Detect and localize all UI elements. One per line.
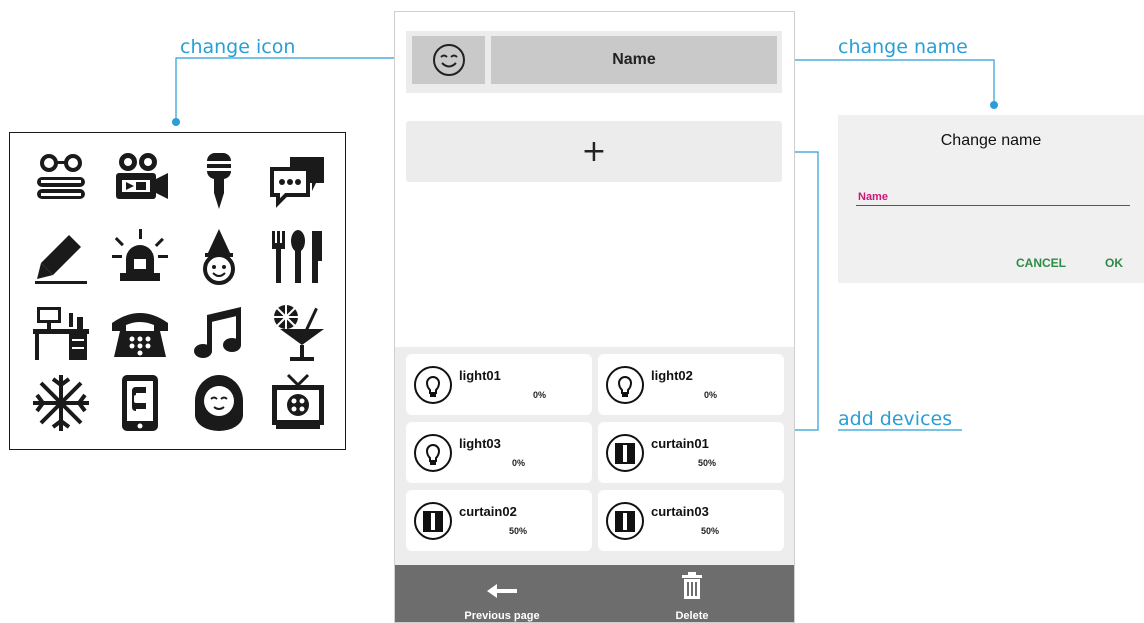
callout-change-name: change name [838,36,968,58]
books-glasses-icon[interactable] [29,149,93,213]
television-icon[interactable] [266,371,330,435]
device-card-curtain01[interactable]: curtain01 50% [598,422,784,483]
device-value: 0% [704,390,718,400]
callout-change-icon: change icon [180,36,296,58]
phone-tablet-icon[interactable] [108,371,172,435]
bulb-icon [414,366,452,404]
microphone-icon[interactable] [187,149,251,213]
callout-add-devices: add devices [838,408,953,430]
arrow-left-icon [487,584,517,598]
cutlery-icon[interactable] [266,225,330,289]
pencil-icon[interactable] [29,225,93,289]
name-input-underline [856,205,1130,206]
device-card-light03[interactable]: light03 0% [406,422,592,483]
baby-icon[interactable] [187,371,251,435]
party-hat-face-icon[interactable] [187,225,251,289]
ok-button[interactable]: OK [1105,256,1123,270]
device-card-curtain02[interactable]: curtain02 50% [406,490,592,551]
telephone-icon[interactable] [108,301,172,365]
cancel-button[interactable]: CANCEL [1016,256,1066,270]
video-camera-icon[interactable] [108,149,172,213]
change-name-dialog: Change name Name CANCEL OK [838,115,1144,283]
device-name: curtain02 [459,504,517,519]
plus-icon: + [581,134,607,169]
room-name-label: Name [612,51,656,68]
siren-icon[interactable] [108,225,172,289]
change-icon-button[interactable] [412,36,485,84]
device-name: curtain01 [651,436,709,451]
icon-picker-panel [9,132,346,450]
curtain-icon [606,434,644,472]
previous-page-button[interactable]: Previous page [447,565,557,622]
device-name: curtain03 [651,504,709,519]
chat-bubbles-icon[interactable] [266,149,330,213]
dialog-title: Change name [940,132,1042,149]
device-value: 50% [509,526,528,536]
delete-button[interactable]: Delete [657,565,727,622]
device-card-curtain03[interactable]: curtain03 50% [598,490,784,551]
device-value: 0% [533,390,547,400]
music-note-icon[interactable] [187,301,251,365]
cocktail-icon[interactable] [266,301,330,365]
curtain-icon [414,502,452,540]
device-name: light01 [459,368,501,383]
previous-page-label: Previous page [464,610,540,622]
device-list: light01 0% light02 0% light03 0% curtain… [395,347,794,565]
device-value: 0% [512,458,526,468]
phone-screen: Name + light01 0% light02 0% light03 0% … [394,11,795,623]
name-input[interactable]: Name [858,191,888,203]
device-value: 50% [701,526,720,536]
bottom-toolbar: Previous page Delete [395,565,794,622]
trash-icon [682,572,702,599]
device-name: light03 [459,436,501,451]
desk-computer-icon[interactable] [29,301,93,365]
device-value: 50% [698,458,717,468]
snowflake-icon[interactable] [29,371,93,435]
curtain-icon [606,502,644,540]
delete-label: Delete [675,610,709,622]
add-device-button[interactable]: + [406,121,782,182]
smiley-icon [432,44,465,76]
bulb-icon [414,434,452,472]
bulb-icon [606,366,644,404]
device-name: light02 [651,368,693,383]
device-card-light02[interactable]: light02 0% [598,354,784,415]
device-card-light01[interactable]: light01 0% [406,354,592,415]
change-name-button[interactable]: Name [491,36,777,84]
